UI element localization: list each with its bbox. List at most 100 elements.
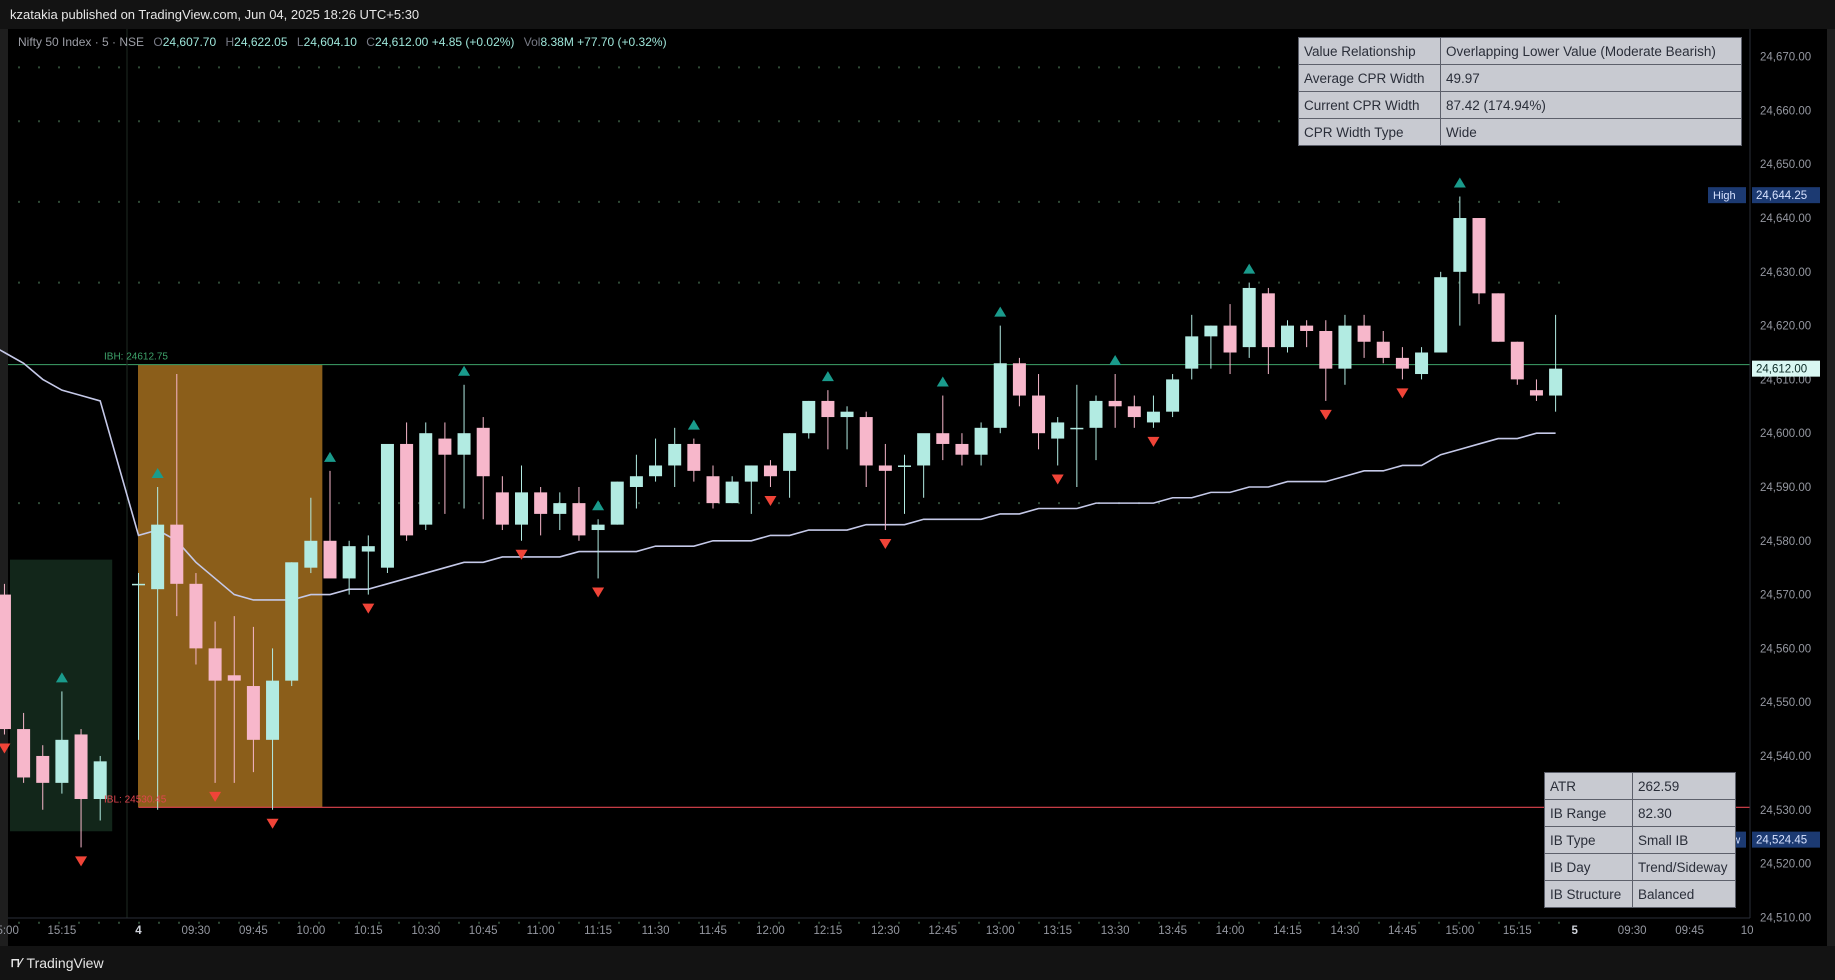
price-badge-value: 24,524.45 <box>1756 835 1807 847</box>
candle-body <box>285 562 299 681</box>
legend-volume-value: 8.38M <box>540 35 574 49</box>
candle-body <box>74 734 88 799</box>
time-tick-label: 12:00 <box>756 925 785 937</box>
ib-value: Small IB <box>1632 826 1736 854</box>
table-row: Value Relationship Overlapping Lower Valu… <box>1298 37 1742 65</box>
down-signal-marker <box>0 743 11 754</box>
time-tick-label: 4 <box>135 925 142 937</box>
cpr-value: Overlapping Lower Value (Moderate Bearis… <box>1440 37 1742 65</box>
candle-body <box>342 546 356 579</box>
time-tick-label: 11:15 <box>584 925 612 937</box>
candle-body <box>266 680 280 740</box>
candle-body <box>419 433 433 525</box>
candle-body <box>495 492 509 525</box>
price-tick-label: 24,580.00 <box>1760 536 1811 548</box>
legend-low-value: 24,604.10 <box>303 35 357 49</box>
up-signal-marker <box>994 306 1007 317</box>
time-tick-label: 15:15 <box>48 925 77 937</box>
candle-body <box>17 729 31 778</box>
price-tick-label: 24,530.00 <box>1760 805 1811 817</box>
legend-volume-change: +77.70 (+0.32%) <box>577 35 667 49</box>
candle-body <box>323 540 337 579</box>
price-tick-label: 24,660.00 <box>1760 105 1811 117</box>
price-badge-tag: High <box>1713 190 1736 202</box>
time-tick-label: 11:00 <box>527 925 555 937</box>
down-signal-marker <box>515 549 528 560</box>
candle-body <box>763 465 777 477</box>
candle-body <box>1415 352 1429 375</box>
legend-volume-key: Vol <box>523 35 541 49</box>
table-row: Average CPR Width 49.97 <box>1298 64 1742 92</box>
table-row: IB Range 82.30 <box>1544 799 1736 827</box>
price-tick-label: 24,670.00 <box>1760 52 1811 64</box>
ibh-label: IBH: 24612.75 <box>104 352 168 363</box>
table-row: CPR Width Type Wide <box>1298 118 1742 146</box>
cpr-label: CPR Width Type <box>1298 118 1441 146</box>
time-tick-label: 09:30 <box>1618 925 1647 937</box>
time-tick-label: 10 <box>1741 925 1754 937</box>
ib-label: IB Structure <box>1544 880 1633 908</box>
candle-body <box>1108 400 1122 407</box>
candle-body <box>687 443 701 471</box>
up-signal-marker <box>458 365 471 376</box>
time-tick-label: 12:45 <box>928 925 957 937</box>
price-tick-label: 24,600.00 <box>1760 428 1811 440</box>
ib-value: 262.59 <box>1632 772 1736 800</box>
up-signal-marker <box>687 419 700 430</box>
candle-body <box>993 363 1007 428</box>
candle-body <box>783 433 797 471</box>
candle-body <box>1204 325 1218 337</box>
ib-label: ATR <box>1544 772 1633 800</box>
candle-body <box>668 443 682 466</box>
candle-body <box>1242 287 1256 348</box>
candle-body <box>476 427 490 477</box>
time-tick-label: 10:30 <box>411 925 440 937</box>
time-tick-label: 09:45 <box>1675 925 1704 937</box>
table-row: IB Type Small IB <box>1544 826 1736 854</box>
candle-body <box>132 583 145 586</box>
down-signal-marker <box>362 603 375 614</box>
down-signal-marker <box>1147 436 1160 447</box>
time-tick-label: 5 <box>1572 925 1579 937</box>
ib-table: ATR 262.59 IB Range 82.30 IB Type Small IB … <box>1544 772 1736 908</box>
up-signal-marker <box>324 451 336 462</box>
time-tick-label: 13:30 <box>1101 925 1130 937</box>
candle-body <box>840 411 854 418</box>
candle-body <box>170 524 184 584</box>
candle-body <box>457 433 471 455</box>
candle-body <box>1261 293 1275 348</box>
down-signal-marker <box>592 587 605 598</box>
candle-body <box>1281 325 1294 348</box>
time-tick-label: 11:30 <box>642 925 670 937</box>
candle-body <box>572 503 586 536</box>
price-tick-label: 24,640.00 <box>1760 213 1811 225</box>
candle-body <box>1166 379 1180 412</box>
price-tick-label: 24,630.00 <box>1760 267 1811 279</box>
symbol-legend[interactable]: Nifty 50 Index · 5 · NSE O24,607.70 H24,… <box>18 35 667 49</box>
down-signal-marker <box>879 539 892 550</box>
time-tick-label: 14:15 <box>1273 925 1302 937</box>
price-tick-label: 24,540.00 <box>1760 751 1811 763</box>
candle-body <box>0 594 11 730</box>
candle-body <box>1491 293 1505 342</box>
price-tick-label: 24,550.00 <box>1760 697 1811 709</box>
ib-value: 82.30 <box>1632 799 1736 827</box>
candle-body <box>1549 368 1563 396</box>
legend-close-key: C <box>366 35 375 49</box>
price-tick-label: 24,570.00 <box>1760 590 1811 602</box>
candle-body <box>936 433 950 444</box>
candle-body <box>1051 422 1065 439</box>
table-row: Current CPR Width 87.42 (174.94%) <box>1298 91 1742 119</box>
cpr-table: Value Relationship Overlapping Lower Valu… <box>1298 37 1742 146</box>
up-signal-marker <box>936 376 949 387</box>
candle-body <box>629 476 643 487</box>
time-tick-label: 09:30 <box>182 925 211 937</box>
price-tick-label: 24,520.00 <box>1760 859 1811 871</box>
candle-body <box>898 465 911 467</box>
candle-body <box>974 427 988 455</box>
time-tick-label: 13:45 <box>1158 925 1187 937</box>
candle-body <box>591 524 605 531</box>
candle-body <box>1012 363 1026 396</box>
candle-body <box>1472 218 1486 294</box>
legend-high-value: 24,622.05 <box>234 35 288 49</box>
